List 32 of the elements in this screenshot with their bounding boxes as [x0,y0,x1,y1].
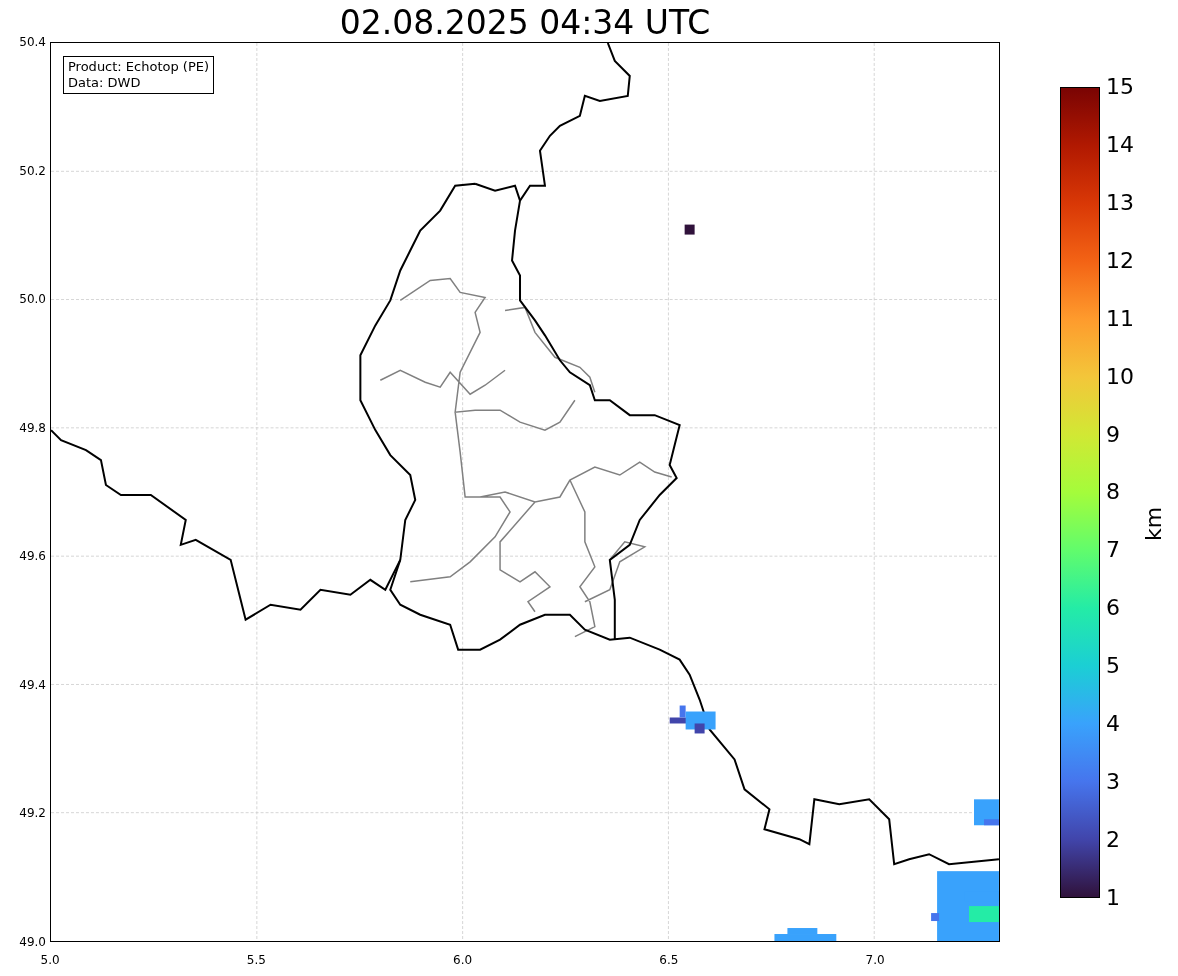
colorbar-tick-label: 14 [1106,132,1135,157]
y-tick-label: 50.2 [19,162,46,179]
y-tick-label: 50.0 [19,291,46,308]
colorbar-tick-label: 8 [1106,480,1121,505]
colorbar-tick-label: 1 [1106,885,1121,910]
y-tick-label: 49.8 [19,419,46,436]
y-tick-label: 49.4 [19,676,46,693]
legend-text: Product: Echotop (PE) [68,59,210,75]
chart-title: 02.08.2025 04:34 UTC [338,4,712,42]
y-tick-label: 49.2 [19,805,46,822]
colorbar-tick-label: 5 [1106,654,1121,679]
x-tick-label: 6.5 [659,952,679,968]
colorbar-tick-label: 9 [1106,422,1121,447]
colorbar-unit-label: km [1142,506,1166,541]
colorbar-tick-label: 2 [1106,828,1121,852]
y-tick-label: 49.0 [19,933,46,950]
x-tick-label: 5.0 [40,952,60,968]
colorbar-tick-label: 13 [1106,190,1135,215]
colorbar-tick-label: 4 [1106,712,1121,737]
colorbar-tick-label: 15 [1106,75,1135,99]
colorbar-tick-label: 7 [1106,538,1121,563]
legend-text: Data: DWD [68,75,142,91]
colorbar-tick-label: 10 [1106,364,1135,389]
colorbar-tick-label: 12 [1106,248,1135,273]
x-tick-label: 6.0 [453,952,473,968]
y-tick-label: 50.4 [19,34,46,50]
colorbar-tick-label: 11 [1106,306,1135,331]
y-tick-label: 49.6 [19,548,46,565]
colorbar-tick-label: 6 [1106,596,1121,621]
x-tick-label: 7.0 [865,952,885,968]
colorbar-tick-label: 3 [1106,770,1121,795]
x-tick-label: 5.5 [246,952,266,968]
